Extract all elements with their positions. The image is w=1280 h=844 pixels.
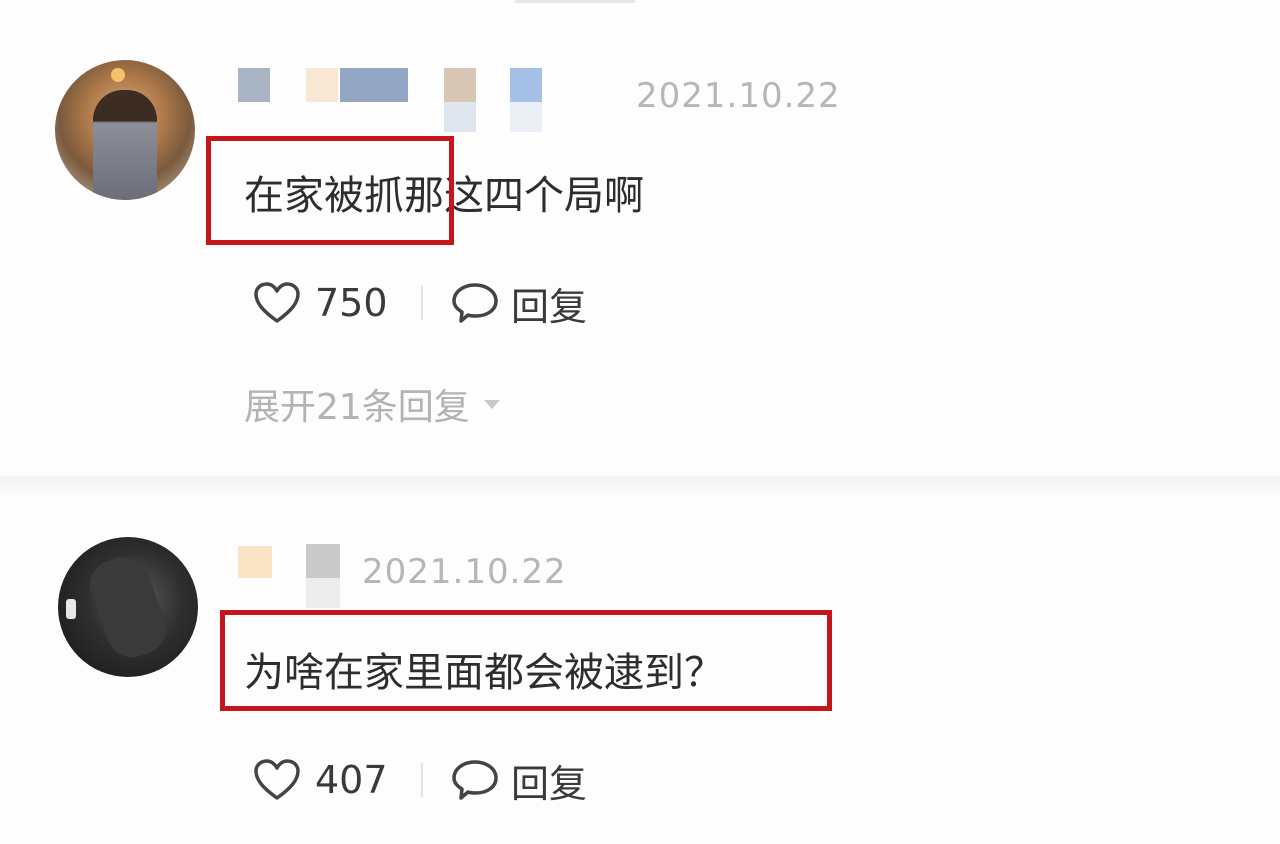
- avatar-photo-figure: [93, 90, 157, 200]
- comment-date: 2021.10.22: [362, 552, 567, 592]
- avatar-photo-detail: [111, 68, 125, 82]
- heart-icon[interactable]: [253, 281, 301, 325]
- username-blurred[interactable]: [238, 544, 358, 614]
- avatar-photo-figure: [82, 549, 174, 665]
- heart-icon[interactable]: [253, 758, 301, 802]
- action-divider: [421, 763, 423, 797]
- avatar[interactable]: [58, 537, 198, 677]
- speech-bubble-icon[interactable]: [451, 281, 499, 325]
- comment-actions: 750 回复: [253, 276, 587, 331]
- comment-actions: 407 回复: [253, 753, 587, 808]
- comment-date: 2021.10.22: [636, 76, 841, 116]
- action-divider: [421, 286, 423, 320]
- highlight-box: [220, 610, 832, 711]
- reply-button[interactable]: 回复: [511, 753, 587, 808]
- comment-list: 2021.10.22 在家被抓那这四个局啊 750 回复 展开21条回复 202…: [0, 0, 1280, 844]
- speech-bubble-icon[interactable]: [451, 758, 499, 802]
- expand-replies-label: 展开21条回复: [244, 387, 470, 428]
- like-count: 407: [315, 758, 388, 802]
- like-count: 750: [315, 281, 388, 325]
- reply-button[interactable]: 回复: [511, 276, 587, 331]
- avatar-photo-detail: [66, 599, 76, 619]
- comment-item: 2021.10.22 在家被抓那这四个局啊 750 回复 展开21条回复: [0, 0, 1280, 475]
- expand-replies-button[interactable]: 展开21条回复: [244, 378, 500, 430]
- comment-separator: [0, 476, 1280, 494]
- highlight-box: [206, 136, 454, 245]
- caret-down-icon: [483, 399, 500, 409]
- avatar[interactable]: [55, 60, 195, 200]
- username-blurred[interactable]: [238, 66, 558, 136]
